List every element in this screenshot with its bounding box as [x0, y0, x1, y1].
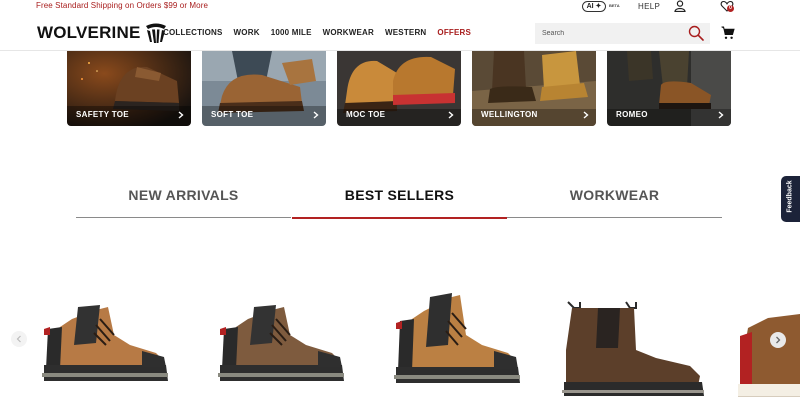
product-image-boot-2[interactable]	[214, 285, 349, 397]
chevron-left-icon	[16, 335, 21, 343]
category-tile-safety-toe[interactable]: SAFETY TOE	[67, 51, 191, 126]
product-image-boot-4[interactable]	[560, 295, 710, 397]
ai-beta-badge: BETA	[609, 3, 620, 8]
nav-workwear[interactable]: WORKWEAR	[323, 28, 374, 37]
nav-offers[interactable]: OFFERS	[437, 28, 471, 37]
chevron-right-icon	[313, 111, 319, 119]
wishlist-count-badge: 0	[727, 5, 734, 12]
feedback-label: Feedback	[786, 180, 794, 213]
category-tile-moc-toe[interactable]: MOC TOE	[337, 51, 461, 126]
tab-best-sellers[interactable]: BEST SELLERS	[292, 178, 507, 219]
category-label: ROMEO	[616, 110, 648, 119]
nav-collections[interactable]: COLLECTIONS	[163, 28, 223, 37]
account-icon[interactable]	[674, 0, 686, 12]
tab-underline	[76, 217, 291, 218]
category-tile-wellington[interactable]: WELLINGTON	[472, 51, 596, 126]
category-label: WELLINGTON	[481, 110, 538, 119]
search-box	[535, 23, 710, 44]
nav-1000-mile[interactable]: 1000 MILE	[271, 28, 312, 37]
category-label: MOC TOE	[346, 110, 386, 119]
nav-work[interactable]: WORK	[234, 28, 260, 37]
brand-logo[interactable]: WOLVERINE	[37, 22, 169, 44]
brand-wordmark: WOLVERINE	[37, 23, 141, 42]
category-tile-soft-toe[interactable]: SOFT TOE	[202, 51, 326, 126]
tab-underline	[507, 217, 722, 218]
tab-underline-active	[292, 216, 507, 219]
tab-label: WORKWEAR	[569, 187, 660, 203]
product-image-boot-5[interactable]	[738, 303, 800, 397]
tab-new-arrivals[interactable]: NEW ARRIVALS	[76, 178, 291, 218]
free-shipping-promo[interactable]: Free Standard Shipping on Orders $99 or …	[36, 1, 208, 10]
chevron-right-icon	[718, 111, 724, 119]
cart-icon[interactable]	[721, 26, 735, 40]
category-tile-romeo[interactable]: ROMEO	[607, 51, 731, 126]
chevron-right-icon	[178, 111, 184, 119]
tab-label: NEW ARRIVALS	[128, 187, 239, 203]
feedback-button[interactable]: Feedback	[781, 176, 800, 222]
search-input[interactable]	[535, 23, 685, 44]
search-icon[interactable]	[688, 25, 704, 41]
nav-western[interactable]: WESTERN	[385, 28, 426, 37]
chevron-right-icon	[583, 111, 589, 119]
carousel-next-button[interactable]	[770, 332, 786, 348]
ai-assistant-button[interactable]: AI ✦	[582, 1, 606, 12]
help-link[interactable]: HELP	[638, 2, 660, 11]
tab-workwear[interactable]: WORKWEAR	[507, 178, 722, 218]
chevron-right-icon	[776, 336, 781, 344]
category-label: SAFETY TOE	[76, 110, 129, 119]
product-tabs: NEW ARRIVALS BEST SELLERS WORKWEAR	[76, 178, 723, 219]
main-nav: COLLECTIONS WORK 1000 MILE WORKWEAR WEST…	[163, 28, 482, 37]
product-image-boot-1[interactable]	[38, 285, 173, 397]
carousel-prev-button[interactable]	[11, 331, 27, 347]
category-label: SOFT TOE	[211, 110, 254, 119]
product-image-boot-3[interactable]	[390, 287, 525, 397]
tab-label: BEST SELLERS	[344, 187, 455, 203]
chevron-right-icon	[448, 111, 454, 119]
